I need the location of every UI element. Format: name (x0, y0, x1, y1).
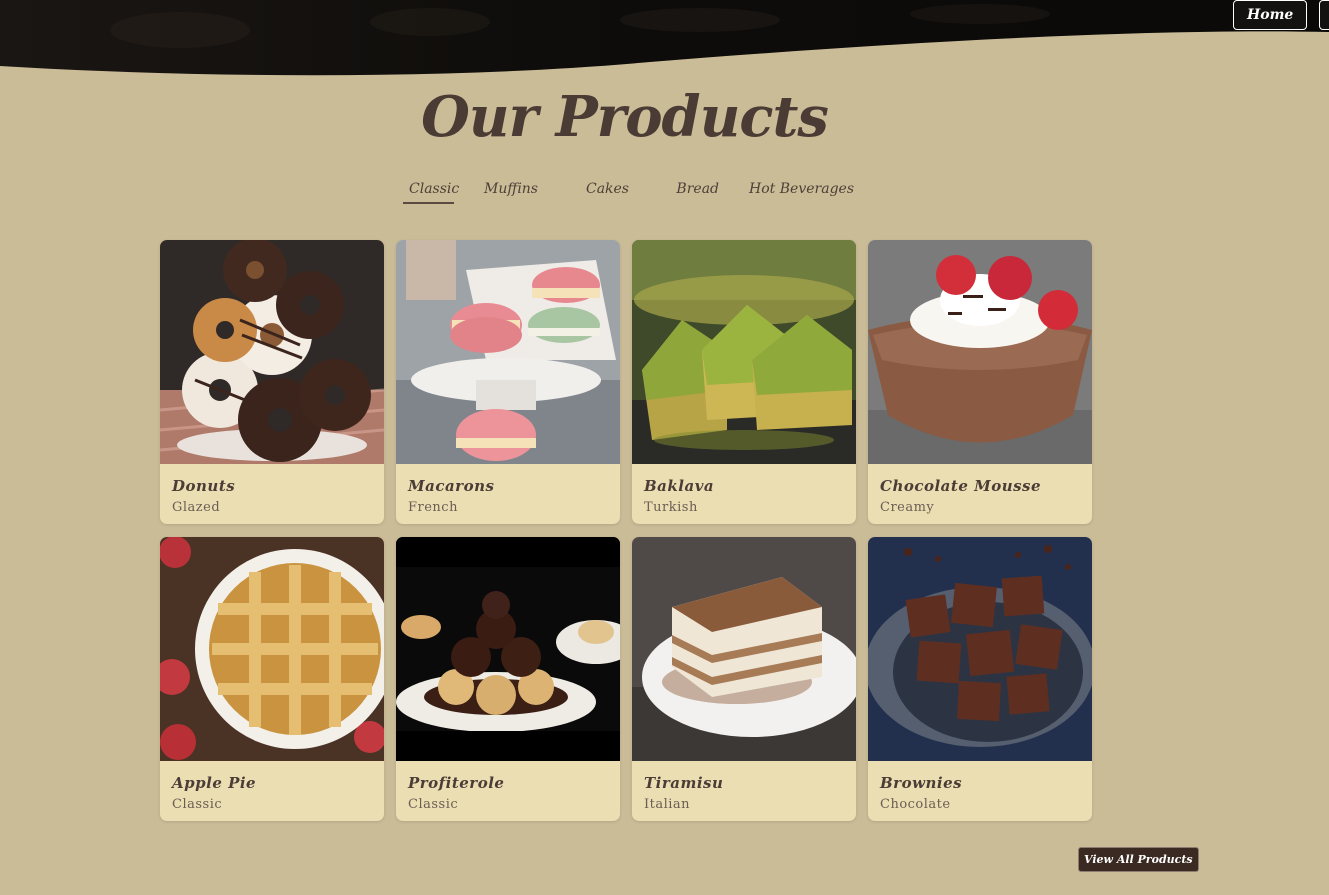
tab-cakes[interactable]: Cakes (544, 177, 634, 204)
product-subtitle: Creamy (880, 500, 935, 515)
product-subtitle: French (408, 500, 458, 515)
product-subtitle: Italian (644, 797, 691, 812)
tab-hot-beverages[interactable]: Hot Beverages (724, 177, 854, 204)
products-nav-button[interactable]: Pr (1319, 0, 1329, 30)
product-name: Chocolate Mousse (880, 477, 1042, 495)
product-name: Baklava (644, 477, 715, 495)
macarons-photo (396, 240, 620, 464)
profiterole-photo (396, 537, 620, 761)
product-card-chocolate-mousse[interactable]: Chocolate Mousse Creamy (868, 240, 1092, 524)
category-tabs: Classic Muffins Cakes Bread Hot Beverage… (403, 177, 854, 204)
product-name: Apple Pie (172, 774, 257, 792)
product-name: Macarons (408, 477, 495, 495)
product-card-donuts[interactable]: Donuts Glazed (160, 240, 384, 524)
page-title: Our Products (421, 84, 829, 150)
product-grid: Donuts Glazed Macarons French Baklava Tu… (160, 240, 1092, 821)
product-card-apple-pie[interactable]: Apple Pie Classic (160, 537, 384, 821)
product-card-tiramisu[interactable]: Tiramisu Italian (632, 537, 856, 821)
product-name: Brownies (880, 774, 963, 792)
hero-header-band (0, 0, 1329, 80)
product-subtitle: Classic (172, 797, 223, 812)
product-card-baklava[interactable]: Baklava Turkish (632, 240, 856, 524)
tab-muffins[interactable]: Muffins (454, 177, 544, 204)
top-navigation: Home Pr (1233, 0, 1329, 30)
tab-classic[interactable]: Classic (403, 177, 459, 204)
product-name: Donuts (172, 477, 236, 495)
product-card-macarons[interactable]: Macarons French (396, 240, 620, 524)
product-name: Tiramisu (644, 774, 724, 792)
product-subtitle: Glazed (172, 500, 221, 515)
home-nav-button[interactable]: Home (1233, 0, 1308, 30)
view-all-products-button[interactable]: View All Products (1078, 847, 1199, 872)
product-subtitle: Chocolate (880, 797, 951, 812)
baklava-photo (632, 240, 856, 464)
donuts-photo (160, 240, 384, 464)
product-name: Profiterole (408, 774, 505, 792)
product-subtitle: Turkish (644, 500, 698, 515)
brownies-photo (868, 537, 1092, 761)
apple-pie-photo (160, 537, 384, 761)
product-card-brownies[interactable]: Brownies Chocolate (868, 537, 1092, 821)
tiramisu-photo (632, 537, 856, 761)
product-card-profiterole[interactable]: Profiterole Classic (396, 537, 620, 821)
product-subtitle: Classic (408, 797, 459, 812)
tab-bread[interactable]: Bread (634, 177, 724, 204)
chocolate-mousse-photo (868, 240, 1092, 464)
